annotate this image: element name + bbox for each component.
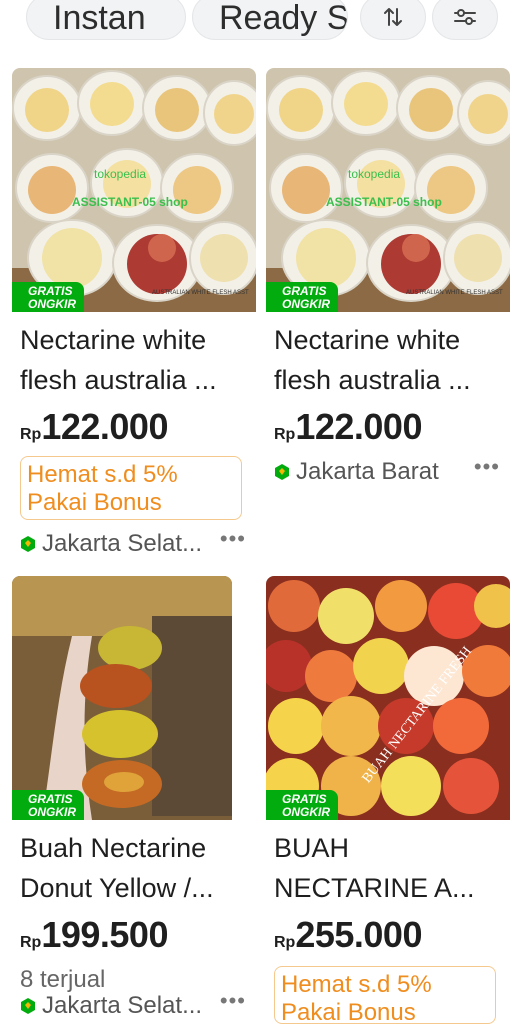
free-shipping-badge: GRATIS ONGKIR [12,282,84,312]
product-card[interactable]: tokopedia ASSISTANT-05 shop AUSTRALIAN W… [12,68,260,568]
shop-badge-icon [21,998,35,1014]
promo-label: Hemat s.d 5% Pakai Bonus [20,456,242,520]
product-card[interactable]: GRATIS ONGKIR Buah Nectarine Donut Yello… [12,576,260,1024]
more-dots-icon[interactable]: ••• [220,526,246,552]
sort-button[interactable] [360,0,426,40]
product-image[interactable]: tokopedia ASSISTANT-05 shop AUSTRALIAN W… [266,68,510,312]
product-image[interactable]: GRATIS ONGKIR [12,576,232,820]
product-card[interactable]: tokopedia ASSISTANT-05 shop AUSTRALIAN W… [266,68,514,568]
product-price: Rp199.500 [20,914,168,956]
product-image[interactable]: BUAH NECTARINE FRESH GRATIS ONGKIR [266,576,510,820]
shop-badge-icon [21,536,35,552]
box-print: AUSTRALIAN WHITE FLESH ASST [406,290,503,296]
price-currency: Rp [20,934,42,951]
price-currency: Rp [274,426,296,443]
price-amount: 122.000 [41,406,168,447]
filter-sliders-icon [454,9,476,25]
shop-location: Jakarta Selat... [20,992,202,1020]
location-text: Jakarta Selat... [42,530,203,557]
sold-count: 8 terjual [20,966,106,993]
price-currency: Rp [274,934,296,951]
price-amount: 255.000 [295,914,422,955]
shop-location: Jakarta Selat... [20,530,202,558]
watermark-shop: ASSISTANT-05 shop [72,195,188,209]
watermark-tokopedia: tokopedia [348,167,400,181]
filter-button[interactable] [432,0,498,40]
shop-badge-icon [275,464,289,480]
product-title[interactable]: BUAH NECTARINE A... [274,828,506,908]
watermark-shop: ASSISTANT-05 shop [326,195,442,209]
product-price: Rp255.000 [274,914,422,956]
filter-bar: Instan Ready S [0,0,524,44]
filter-chip-instan[interactable]: Instan [26,0,186,40]
filter-chip-ready-stock[interactable]: Ready S [192,0,348,40]
price-currency: Rp [20,426,42,443]
shop-location: Jakarta Barat [274,458,439,486]
free-shipping-badge: GRATIS ONGKIR [266,282,338,312]
product-title[interactable]: Buah Nectarine Donut Yellow /... [20,828,252,908]
more-dots-icon[interactable]: ••• [220,988,246,1014]
box-print: AUSTRALIAN WHITE FLESH ASST [152,290,249,296]
location-text: Jakarta Selat... [42,992,203,1019]
location-text: Jakarta Barat [296,458,439,485]
free-shipping-badge: GRATIS ONGKIR [266,790,338,820]
product-title[interactable]: Nectarine white flesh australia ... [20,320,252,400]
free-shipping-badge: GRATIS ONGKIR [12,790,84,820]
promo-label: Hemat s.d 5% Pakai Bonus [274,966,496,1024]
more-dots-icon[interactable]: ••• [474,454,500,480]
price-amount: 122.000 [295,406,422,447]
product-image[interactable]: tokopedia ASSISTANT-05 shop AUSTRALIAN W… [12,68,256,312]
price-amount: 199.500 [41,914,168,955]
sort-icon [384,8,402,26]
product-price: Rp122.000 [20,406,168,448]
watermark-tokopedia: tokopedia [94,167,146,181]
product-price: Rp122.000 [274,406,422,448]
product-card[interactable]: BUAH NECTARINE FRESH GRATIS ONGKIR BUAH … [266,576,514,1024]
product-title[interactable]: Nectarine white flesh australia ... [274,320,506,400]
